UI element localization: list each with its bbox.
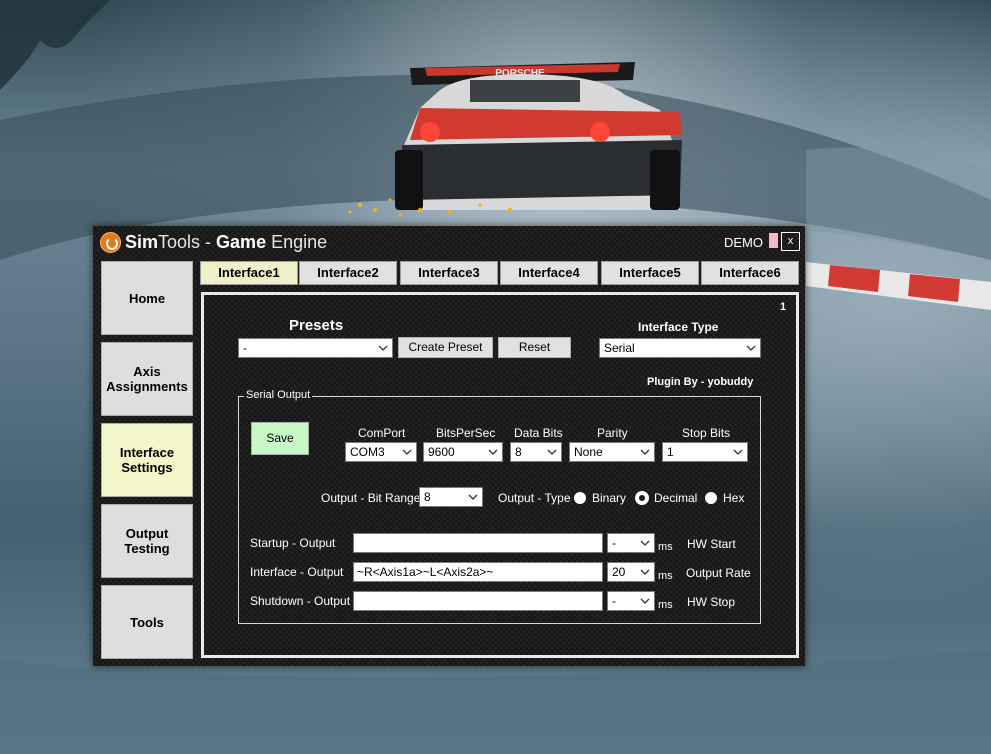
demo-label: DEMO [724, 235, 763, 250]
radio-hex[interactable] [705, 492, 717, 504]
comport-label: ComPort [358, 426, 406, 440]
comport-select[interactable]: COM3 [345, 442, 417, 462]
chevron-down-icon [640, 598, 650, 604]
save-button[interactable]: Save [251, 422, 309, 455]
chevron-down-icon [733, 449, 743, 455]
output-type-label: Output - Type [498, 491, 571, 505]
tab-interface6[interactable]: Interface6 [701, 261, 799, 285]
chevron-down-icon [640, 449, 650, 455]
serial-output-group: Serial Output Save ComPort COM3 BitsPerS… [238, 389, 761, 624]
title-bar: SimTools - Game Engine DEMO x [93, 226, 805, 256]
interface-ms-select[interactable]: 20 [607, 562, 655, 582]
chevron-down-icon [488, 449, 498, 455]
shutdown-ms-unit: ms [658, 599, 673, 611]
tab-interface4[interactable]: Interface4 [500, 261, 598, 285]
chevron-down-icon [640, 569, 650, 575]
stopbits-select[interactable]: 1 [662, 442, 748, 462]
window-title: SimTools - Game Engine [125, 232, 328, 252]
bitspersec-label: BitsPerSec [436, 426, 496, 440]
tab-interface2[interactable]: Interface2 [299, 261, 397, 285]
sidebar-item-home[interactable]: Home [101, 261, 193, 335]
chevron-down-icon [402, 449, 412, 455]
output-rate-label: Output Rate [686, 566, 751, 580]
simtools-logo-icon [100, 232, 121, 253]
shutdown-output-input[interactable] [353, 591, 603, 611]
shutdown-output-label: Shutdown - Output [250, 594, 351, 608]
radio-hex-label: Hex [723, 491, 745, 505]
stopbits-label: Stop Bits [682, 426, 731, 440]
chevron-down-icon [746, 345, 756, 351]
sidebar-item-output-testing[interactable]: Output Testing [101, 504, 193, 578]
close-button[interactable]: x [781, 232, 800, 251]
sidebar-item-axis-assignments[interactable]: Axis Assignments [101, 342, 193, 416]
chevron-down-icon [378, 345, 388, 351]
radio-binary-label: Binary [592, 491, 627, 505]
bitrange-select[interactable]: 8 [419, 487, 483, 507]
parity-label: Parity [597, 426, 628, 440]
sidebar-item-tools[interactable]: Tools [101, 585, 193, 659]
chevron-down-icon [468, 494, 478, 500]
interface-ms-unit: ms [658, 570, 673, 582]
parity-select[interactable]: None [569, 442, 655, 462]
radio-binary[interactable] [574, 492, 586, 504]
simtools-window: SimTools - Game Engine DEMO x Home Axis … [93, 226, 805, 666]
interface-settings-panel: 1 Presets - Create Preset Reset Interfac… [201, 292, 799, 658]
serial-output-legend: Serial Output [244, 389, 313, 401]
plugin-author: Plugin By - yobuddy [647, 376, 754, 388]
presets-select[interactable]: - [238, 338, 393, 358]
radio-decimal-label: Decimal [654, 491, 698, 505]
interface-type-select[interactable]: Serial [599, 338, 761, 358]
bitspersec-select[interactable]: 9600 [423, 442, 503, 462]
shutdown-ms-select[interactable]: - [607, 591, 655, 611]
interface-type-label: Interface Type [638, 320, 719, 334]
startup-output-label: Startup - Output [250, 536, 336, 550]
startup-output-input[interactable] [353, 533, 603, 553]
tab-interface3[interactable]: Interface3 [400, 261, 498, 285]
tab-interface1[interactable]: Interface1 [200, 261, 298, 285]
presets-label: Presets [289, 317, 344, 334]
interface-output-label: Interface - Output [250, 565, 344, 579]
hw-start-label: HW Start [687, 537, 736, 551]
interface-number: 1 [780, 301, 787, 313]
radio-decimal[interactable] [636, 492, 648, 504]
chevron-down-icon [640, 540, 650, 546]
startup-ms-select[interactable]: - [607, 533, 655, 553]
demo-indicator [769, 233, 778, 248]
interface-output-input[interactable]: ~R<Axis1a>~L<Axis2a>~ [353, 562, 603, 582]
chevron-down-icon [547, 449, 557, 455]
startup-ms-unit: ms [658, 541, 673, 553]
sidebar-item-interface-settings[interactable]: Interface Settings [101, 423, 193, 497]
bitrange-label: Output - Bit Range [321, 491, 421, 505]
databits-select[interactable]: 8 [510, 442, 562, 462]
tab-interface5[interactable]: Interface5 [601, 261, 699, 285]
create-preset-button[interactable]: Create Preset [398, 337, 493, 358]
hw-stop-label: HW Stop [687, 595, 736, 609]
reset-button[interactable]: Reset [498, 337, 571, 358]
databits-label: Data Bits [514, 426, 563, 440]
